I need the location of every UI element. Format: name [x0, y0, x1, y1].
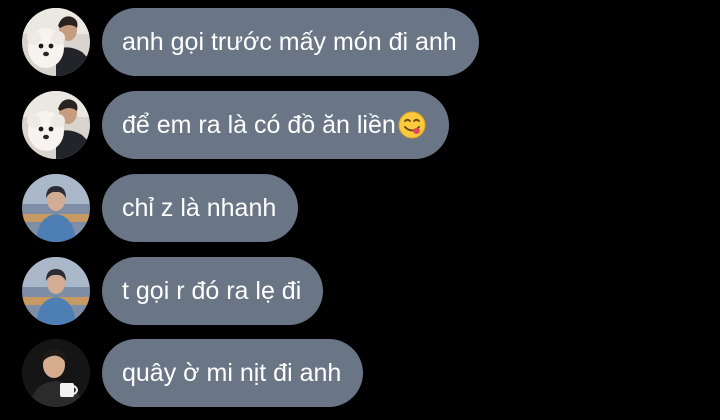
avatar-person-blue-hoodie-icon: [22, 257, 90, 325]
message-row: để em ra là có đồ ăn liền: [0, 91, 720, 159]
message-text: t gọi r đó ra lẹ đi: [122, 277, 302, 305]
message-bubble[interactable]: t gọi r đó ra lẹ đi: [102, 257, 324, 325]
avatar-man-with-mug-icon: [22, 339, 90, 407]
message-bubble[interactable]: chỉ z là nhanh: [102, 174, 299, 242]
avatar[interactable]: [22, 339, 90, 407]
message-text: anh gọi trước mấy món đi anh: [122, 28, 457, 56]
message-row: t gọi r đó ra lẹ đi: [0, 257, 720, 325]
avatar[interactable]: [22, 174, 90, 242]
message-bubble[interactable]: anh gọi trước mấy món đi anh: [102, 8, 479, 76]
avatar[interactable]: [22, 257, 90, 325]
message-row: quây ờ mi nịt đi anh: [0, 339, 720, 407]
message-row: chỉ z là nhanh: [0, 174, 720, 242]
avatar[interactable]: [22, 8, 90, 76]
message-row: anh gọi trước mấy món đi anh: [0, 8, 720, 76]
message-bubble[interactable]: quây ờ mi nịt đi anh: [102, 339, 364, 407]
face-savoring-food-emoji-icon: [397, 110, 427, 140]
avatar-man-with-white-dog-icon: [22, 91, 90, 159]
message-text: quây ờ mi nịt đi anh: [122, 359, 342, 387]
message-bubble[interactable]: để em ra là có đồ ăn liền: [102, 91, 449, 159]
avatar-person-blue-hoodie-icon: [22, 174, 90, 242]
message-text: chỉ z là nhanh: [122, 194, 277, 222]
avatar[interactable]: [22, 91, 90, 159]
avatar-man-with-white-dog-icon: [22, 8, 90, 76]
message-text: để em ra là có đồ ăn liền: [122, 111, 396, 139]
